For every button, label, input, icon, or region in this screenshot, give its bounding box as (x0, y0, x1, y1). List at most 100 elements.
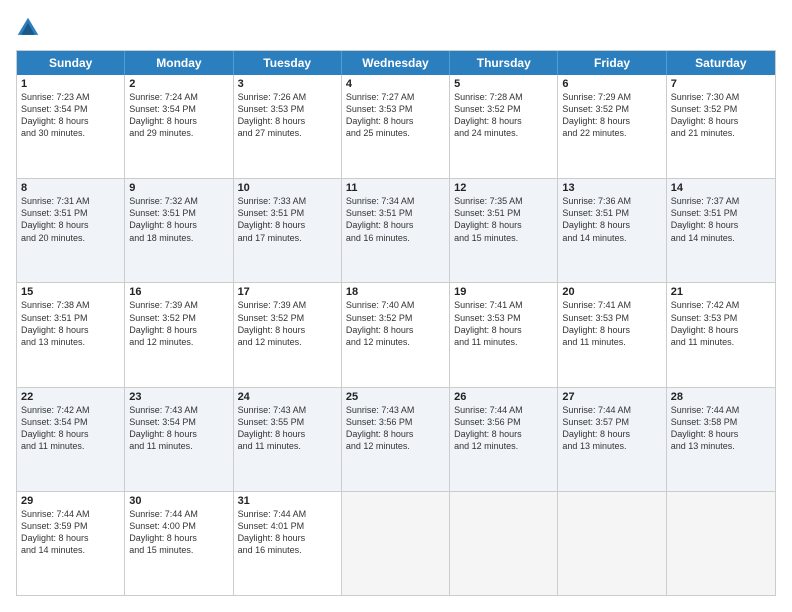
day-number: 31 (238, 495, 337, 507)
empty-cell (342, 492, 450, 595)
calendar-week-4: 22Sunrise: 7:42 AMSunset: 3:54 PMDayligh… (17, 387, 775, 491)
day-number: 29 (21, 495, 120, 507)
day-info: Sunrise: 7:40 AMSunset: 3:52 PMDaylight:… (346, 299, 445, 348)
day-number: 23 (129, 391, 228, 403)
day-info: Sunrise: 7:23 AMSunset: 3:54 PMDaylight:… (21, 91, 120, 140)
day-info: Sunrise: 7:43 AMSunset: 3:54 PMDaylight:… (129, 404, 228, 453)
day-info: Sunrise: 7:44 AMSunset: 3:56 PMDaylight:… (454, 404, 553, 453)
header-day-wednesday: Wednesday (342, 51, 450, 75)
day-cell-20: 20Sunrise: 7:41 AMSunset: 3:53 PMDayligh… (558, 283, 666, 386)
day-info: Sunrise: 7:24 AMSunset: 3:54 PMDaylight:… (129, 91, 228, 140)
day-info: Sunrise: 7:43 AMSunset: 3:55 PMDaylight:… (238, 404, 337, 453)
day-cell-9: 9Sunrise: 7:32 AMSunset: 3:51 PMDaylight… (125, 179, 233, 282)
day-number: 17 (238, 286, 337, 298)
page: SundayMondayTuesdayWednesdayThursdayFrid… (0, 0, 792, 612)
empty-cell (450, 492, 558, 595)
day-info: Sunrise: 7:28 AMSunset: 3:52 PMDaylight:… (454, 91, 553, 140)
day-number: 22 (21, 391, 120, 403)
day-number: 28 (671, 391, 771, 403)
day-cell-26: 26Sunrise: 7:44 AMSunset: 3:56 PMDayligh… (450, 388, 558, 491)
day-cell-3: 3Sunrise: 7:26 AMSunset: 3:53 PMDaylight… (234, 75, 342, 178)
day-number: 19 (454, 286, 553, 298)
day-cell-17: 17Sunrise: 7:39 AMSunset: 3:52 PMDayligh… (234, 283, 342, 386)
header-day-friday: Friday (558, 51, 666, 75)
day-number: 7 (671, 78, 771, 90)
day-number: 27 (562, 391, 661, 403)
day-number: 25 (346, 391, 445, 403)
day-number: 13 (562, 182, 661, 194)
calendar-header: SundayMondayTuesdayWednesdayThursdayFrid… (17, 51, 775, 75)
day-info: Sunrise: 7:26 AMSunset: 3:53 PMDaylight:… (238, 91, 337, 140)
day-cell-2: 2Sunrise: 7:24 AMSunset: 3:54 PMDaylight… (125, 75, 233, 178)
logo-icon (16, 16, 40, 40)
header-day-monday: Monday (125, 51, 233, 75)
calendar-week-2: 8Sunrise: 7:31 AMSunset: 3:51 PMDaylight… (17, 178, 775, 282)
day-number: 30 (129, 495, 228, 507)
day-info: Sunrise: 7:44 AMSunset: 3:57 PMDaylight:… (562, 404, 661, 453)
day-info: Sunrise: 7:33 AMSunset: 3:51 PMDaylight:… (238, 195, 337, 244)
day-number: 11 (346, 182, 445, 194)
day-info: Sunrise: 7:44 AMSunset: 4:01 PMDaylight:… (238, 508, 337, 557)
empty-cell (558, 492, 666, 595)
calendar-week-3: 15Sunrise: 7:38 AMSunset: 3:51 PMDayligh… (17, 282, 775, 386)
empty-cell (667, 492, 775, 595)
day-cell-8: 8Sunrise: 7:31 AMSunset: 3:51 PMDaylight… (17, 179, 125, 282)
day-cell-7: 7Sunrise: 7:30 AMSunset: 3:52 PMDaylight… (667, 75, 775, 178)
calendar-week-1: 1Sunrise: 7:23 AMSunset: 3:54 PMDaylight… (17, 75, 775, 178)
calendar: SundayMondayTuesdayWednesdayThursdayFrid… (16, 50, 776, 596)
day-cell-31: 31Sunrise: 7:44 AMSunset: 4:01 PMDayligh… (234, 492, 342, 595)
calendar-week-5: 29Sunrise: 7:44 AMSunset: 3:59 PMDayligh… (17, 491, 775, 595)
day-info: Sunrise: 7:34 AMSunset: 3:51 PMDaylight:… (346, 195, 445, 244)
day-cell-23: 23Sunrise: 7:43 AMSunset: 3:54 PMDayligh… (125, 388, 233, 491)
day-info: Sunrise: 7:29 AMSunset: 3:52 PMDaylight:… (562, 91, 661, 140)
day-info: Sunrise: 7:32 AMSunset: 3:51 PMDaylight:… (129, 195, 228, 244)
day-cell-16: 16Sunrise: 7:39 AMSunset: 3:52 PMDayligh… (125, 283, 233, 386)
day-cell-10: 10Sunrise: 7:33 AMSunset: 3:51 PMDayligh… (234, 179, 342, 282)
day-info: Sunrise: 7:35 AMSunset: 3:51 PMDaylight:… (454, 195, 553, 244)
day-cell-30: 30Sunrise: 7:44 AMSunset: 4:00 PMDayligh… (125, 492, 233, 595)
day-info: Sunrise: 7:39 AMSunset: 3:52 PMDaylight:… (238, 299, 337, 348)
day-info: Sunrise: 7:44 AMSunset: 3:59 PMDaylight:… (21, 508, 120, 557)
day-cell-13: 13Sunrise: 7:36 AMSunset: 3:51 PMDayligh… (558, 179, 666, 282)
day-info: Sunrise: 7:41 AMSunset: 3:53 PMDaylight:… (562, 299, 661, 348)
day-info: Sunrise: 7:42 AMSunset: 3:54 PMDaylight:… (21, 404, 120, 453)
logo (16, 16, 44, 40)
day-cell-24: 24Sunrise: 7:43 AMSunset: 3:55 PMDayligh… (234, 388, 342, 491)
day-cell-1: 1Sunrise: 7:23 AMSunset: 3:54 PMDaylight… (17, 75, 125, 178)
header-day-thursday: Thursday (450, 51, 558, 75)
day-number: 1 (21, 78, 120, 90)
day-cell-27: 27Sunrise: 7:44 AMSunset: 3:57 PMDayligh… (558, 388, 666, 491)
day-number: 15 (21, 286, 120, 298)
day-cell-5: 5Sunrise: 7:28 AMSunset: 3:52 PMDaylight… (450, 75, 558, 178)
day-cell-12: 12Sunrise: 7:35 AMSunset: 3:51 PMDayligh… (450, 179, 558, 282)
header (16, 16, 776, 40)
day-cell-18: 18Sunrise: 7:40 AMSunset: 3:52 PMDayligh… (342, 283, 450, 386)
day-number: 26 (454, 391, 553, 403)
day-number: 12 (454, 182, 553, 194)
day-number: 24 (238, 391, 337, 403)
day-info: Sunrise: 7:41 AMSunset: 3:53 PMDaylight:… (454, 299, 553, 348)
header-day-sunday: Sunday (17, 51, 125, 75)
day-info: Sunrise: 7:44 AMSunset: 4:00 PMDaylight:… (129, 508, 228, 557)
day-info: Sunrise: 7:42 AMSunset: 3:53 PMDaylight:… (671, 299, 771, 348)
day-cell-15: 15Sunrise: 7:38 AMSunset: 3:51 PMDayligh… (17, 283, 125, 386)
day-number: 21 (671, 286, 771, 298)
day-number: 6 (562, 78, 661, 90)
day-number: 14 (671, 182, 771, 194)
day-number: 3 (238, 78, 337, 90)
day-cell-22: 22Sunrise: 7:42 AMSunset: 3:54 PMDayligh… (17, 388, 125, 491)
day-number: 8 (21, 182, 120, 194)
day-number: 16 (129, 286, 228, 298)
header-day-tuesday: Tuesday (234, 51, 342, 75)
day-cell-19: 19Sunrise: 7:41 AMSunset: 3:53 PMDayligh… (450, 283, 558, 386)
day-number: 5 (454, 78, 553, 90)
day-cell-29: 29Sunrise: 7:44 AMSunset: 3:59 PMDayligh… (17, 492, 125, 595)
day-number: 4 (346, 78, 445, 90)
day-number: 10 (238, 182, 337, 194)
day-cell-21: 21Sunrise: 7:42 AMSunset: 3:53 PMDayligh… (667, 283, 775, 386)
day-info: Sunrise: 7:38 AMSunset: 3:51 PMDaylight:… (21, 299, 120, 348)
day-cell-25: 25Sunrise: 7:43 AMSunset: 3:56 PMDayligh… (342, 388, 450, 491)
calendar-body: 1Sunrise: 7:23 AMSunset: 3:54 PMDaylight… (17, 75, 775, 595)
day-info: Sunrise: 7:44 AMSunset: 3:58 PMDaylight:… (671, 404, 771, 453)
day-info: Sunrise: 7:37 AMSunset: 3:51 PMDaylight:… (671, 195, 771, 244)
